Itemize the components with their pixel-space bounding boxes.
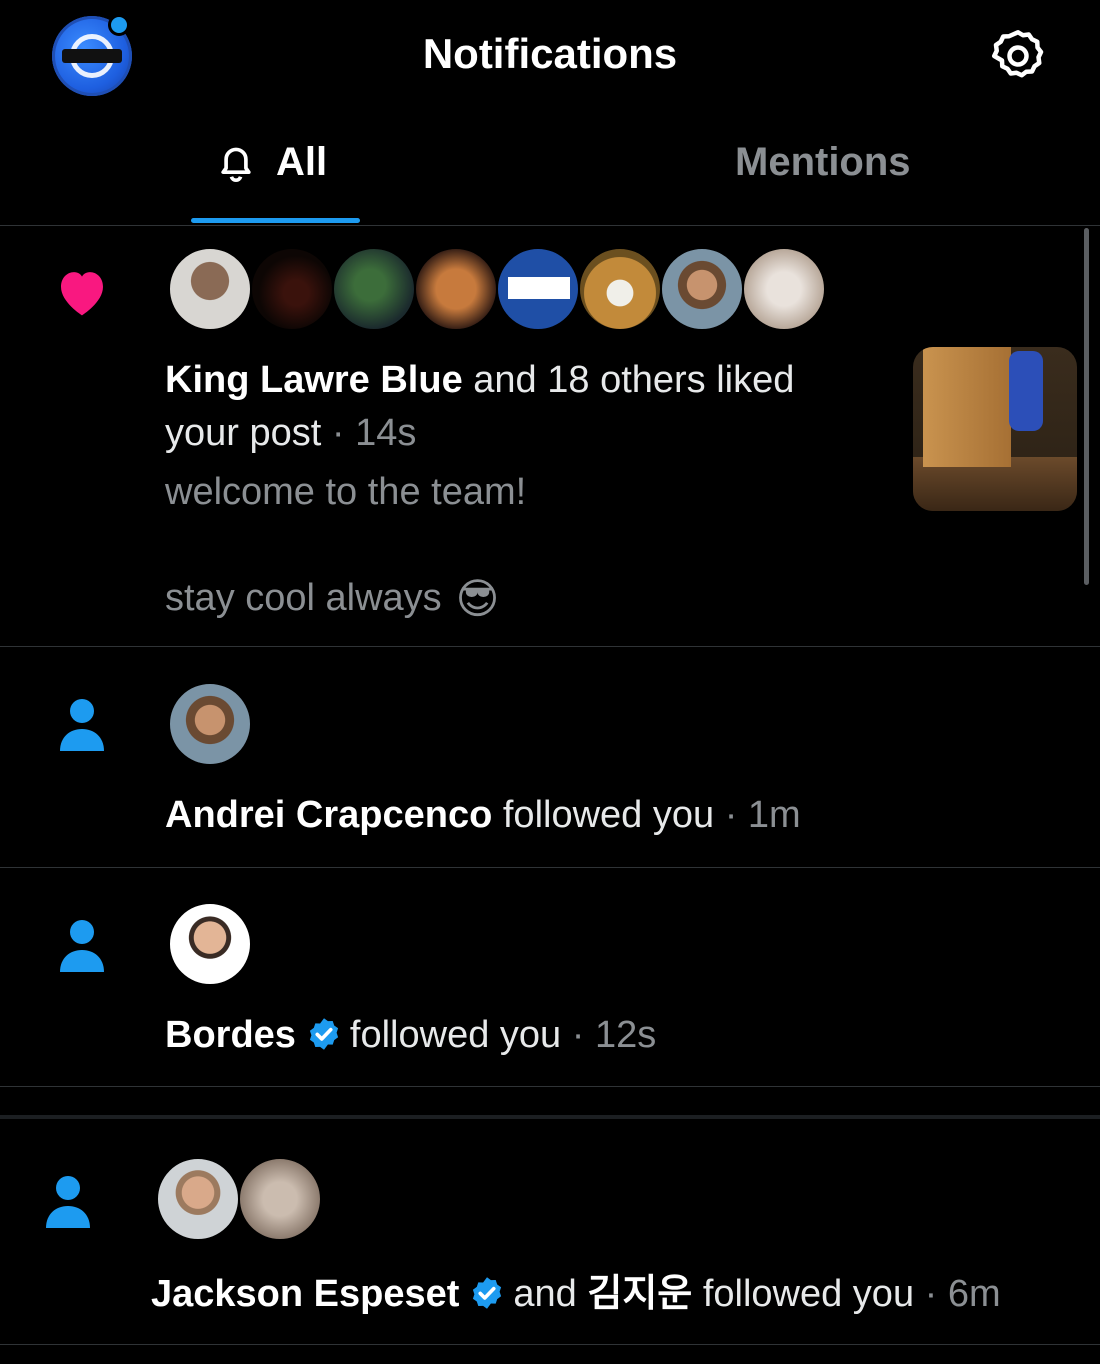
- actor-name[interactable]: Jackson Espeset: [151, 1273, 459, 1315]
- liker-avatars: [168, 247, 826, 331]
- actor-name[interactable]: Andrei Crapcenco: [165, 794, 492, 836]
- page-title: Notifications: [422, 30, 678, 77]
- timestamp: 1m: [747, 794, 801, 836]
- timestamp: 14s: [355, 412, 417, 454]
- avatar[interactable]: [332, 247, 416, 331]
- heart-icon: [61, 272, 103, 316]
- action-text: followed you: [502, 794, 715, 836]
- follower-avatars: [168, 902, 252, 986]
- post-text: stay cool always: [165, 577, 442, 619]
- follow-summary: Bordes followed you · 12s: [165, 1009, 656, 1062]
- avatar[interactable]: [414, 247, 498, 331]
- avatar[interactable]: [250, 247, 334, 331]
- avatar[interactable]: [168, 247, 252, 331]
- top-bar: Notifications: [0, 0, 1100, 112]
- actor-name[interactable]: Bordes: [165, 1014, 296, 1056]
- separator: ·: [724, 794, 738, 836]
- avatar[interactable]: [238, 1157, 322, 1241]
- timestamp: 12s: [594, 1014, 657, 1056]
- avatar[interactable]: [578, 247, 662, 331]
- avatar[interactable]: [168, 902, 252, 986]
- actor-name-2[interactable]: 김지운: [587, 1273, 692, 1315]
- thumbnail-door: [923, 347, 1011, 467]
- like-summary: King Lawre Blue and 18 others liked your…: [165, 354, 865, 460]
- section-divider: [0, 1115, 1100, 1119]
- notification-like[interactable]: King Lawre Blue and 18 others liked your…: [0, 226, 1100, 647]
- joiner-text: and: [513, 1273, 577, 1315]
- person-icon: [46, 1176, 90, 1228]
- post-thumbnail[interactable]: [913, 347, 1077, 511]
- tab-bar: All Mentions: [0, 112, 1100, 226]
- separator: ·: [571, 1014, 585, 1056]
- actor-name[interactable]: King Lawre Blue: [165, 359, 463, 401]
- post-preview-line: welcome to the team!: [165, 471, 527, 513]
- timestamp: 6m: [947, 1273, 1001, 1315]
- notification-follow[interactable]: Bordes followed you · 12s: [0, 868, 1100, 1087]
- avatar[interactable]: [742, 247, 826, 331]
- bell-icon: [221, 147, 251, 182]
- separator: ·: [924, 1273, 938, 1315]
- follow-summary: Jackson Espeset and 김지운 followed you · 6…: [151, 1268, 1001, 1321]
- person-icon: [60, 920, 104, 972]
- tab-all-label: All: [276, 140, 328, 184]
- avatar[interactable]: [156, 1157, 240, 1241]
- thumbnail-figure: [1009, 351, 1043, 431]
- separator: ·: [331, 412, 345, 454]
- notification-follow[interactable]: Jackson Espeset and 김지운 followed you · 6…: [0, 1120, 1100, 1345]
- post-preview-line: stay cool always 😎: [165, 572, 499, 625]
- notification-follow[interactable]: Andrei Crapcenco followed you · 1m: [0, 647, 1100, 868]
- avatar[interactable]: [660, 247, 744, 331]
- active-tab-indicator: [191, 218, 360, 223]
- avatar[interactable]: [168, 682, 252, 766]
- avatar-logo-text: [508, 277, 570, 299]
- verified-badge-icon: [309, 1018, 339, 1050]
- tab-mentions[interactable]: Mentions: [735, 140, 911, 185]
- sunglasses-emoji-icon: 😎: [455, 575, 500, 622]
- person-icon: [60, 699, 104, 751]
- action-text: followed you: [349, 1014, 562, 1056]
- follower-avatars: [168, 682, 252, 766]
- follower-avatars: [156, 1157, 322, 1241]
- follow-summary: Andrei Crapcenco followed you · 1m: [165, 789, 801, 842]
- gear-icon[interactable]: [988, 26, 1048, 86]
- tab-all[interactable]: All: [214, 140, 327, 185]
- action-text: followed you: [702, 1273, 915, 1315]
- verified-badge-icon: [473, 1277, 502, 1309]
- avatar[interactable]: [496, 247, 580, 331]
